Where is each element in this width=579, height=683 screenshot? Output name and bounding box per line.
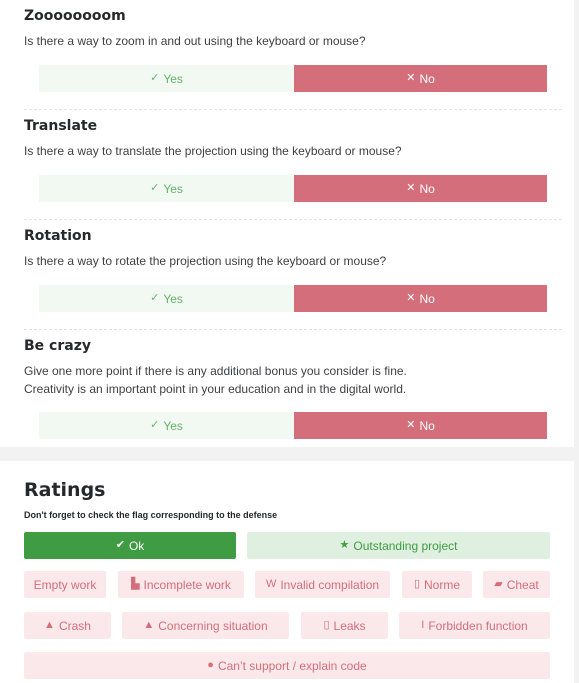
divider xyxy=(24,219,562,220)
zoom-yes-no: ✓ Yes ✕ No xyxy=(39,65,547,92)
ratings-panel: Ratings Don't forget to check the flag c… xyxy=(0,461,574,683)
check-circle-icon: ✓ xyxy=(150,72,160,84)
warning-icon: ▲ xyxy=(143,619,155,631)
yes-button[interactable]: ✓ Yes xyxy=(39,65,294,92)
yes-label: Yes xyxy=(163,71,183,86)
x-icon: ✕ xyxy=(406,182,416,194)
empty-work-label: Empty work xyxy=(33,577,97,592)
section-title: Be crazy xyxy=(24,338,91,354)
empty-work-button[interactable]: Empty work xyxy=(24,571,106,598)
x-icon: ✕ xyxy=(406,72,416,84)
evaluation-card: Zoooooooom Is there a way to zoom in and… xyxy=(0,0,574,447)
check-circle-icon: ✓ xyxy=(150,182,160,194)
crash-button[interactable]: ▲ Crash xyxy=(24,612,111,639)
incomplete-work-button[interactable]: ▙ Incomplete work xyxy=(118,571,244,598)
star-icon: ★ xyxy=(339,539,350,551)
section-translate: Translate Is there a way to translate th… xyxy=(24,117,562,160)
section-description: Creativity is an important point in your… xyxy=(24,382,407,396)
cant-support-label: Can’t support / explain code xyxy=(217,658,367,673)
outstanding-project-button[interactable]: ★ Outstanding project xyxy=(247,532,550,559)
outstanding-label: Outstanding project xyxy=(353,538,458,553)
cheat-button[interactable]: ▰ Cheat xyxy=(483,571,550,598)
check-circle-icon: ✓ xyxy=(150,419,160,431)
no-button[interactable]: ✕ No xyxy=(294,65,547,92)
section-title: Zoooooooom xyxy=(24,8,126,24)
concerning-situation-label: Concerning situation xyxy=(158,618,268,633)
ok-label: Ok xyxy=(128,538,145,553)
section-rotation: Rotation Is there a way to rotate the pr… xyxy=(24,227,562,270)
yes-label: Yes xyxy=(163,418,183,433)
section-zoom: Zoooooooom Is there a way to zoom in and… xyxy=(24,7,562,50)
yes-button[interactable]: ✓ Yes xyxy=(39,175,294,202)
norme-label: Norme xyxy=(424,577,461,592)
check-icon: ✔ xyxy=(115,539,125,551)
forbidden-function-label: Forbidden function xyxy=(428,618,528,633)
section-be-crazy: Be crazy Give one more point if there is… xyxy=(24,337,562,398)
no-label: No xyxy=(419,71,435,86)
invalid-compilation-button[interactable]: W Invalid compilation xyxy=(255,571,390,598)
translate-yes-no: ✓ Yes ✕ No xyxy=(39,175,547,202)
section-description: Is there a way to rotate the projection … xyxy=(24,254,387,268)
no-button[interactable]: ✕ No xyxy=(294,412,547,439)
check-circle-icon: ✓ xyxy=(150,292,160,304)
eraser-icon: ▰ xyxy=(494,578,503,590)
invalid-compilation-label: Invalid compilation xyxy=(280,577,380,592)
section-title: Rotation xyxy=(24,228,92,244)
ratings-note: Don't forget to check the flag correspon… xyxy=(24,510,278,520)
square-icon: ▯ xyxy=(413,578,421,590)
incomplete-work-label: Incomplete work xyxy=(143,577,231,592)
be-crazy-yes-no: ✓ Yes ✕ No xyxy=(39,412,547,439)
file-icon: ▙ xyxy=(131,578,140,590)
rotation-yes-no: ✓ Yes ✕ No xyxy=(39,285,547,312)
crash-label: Crash xyxy=(58,618,91,633)
divider xyxy=(24,109,562,110)
leaks-button[interactable]: ▯ Leaks xyxy=(301,612,388,639)
concerning-situation-button[interactable]: ▲ Concerning situation xyxy=(122,612,289,639)
yes-label: Yes xyxy=(163,181,183,196)
divider xyxy=(24,329,562,330)
no-button[interactable]: ✕ No xyxy=(294,175,547,202)
speech-bubble-icon: ● xyxy=(207,659,214,671)
fire-extinguisher-icon: ▲ xyxy=(44,619,55,631)
ratings-title: Ratings xyxy=(24,479,106,501)
w-icon: W xyxy=(265,578,277,590)
no-button[interactable]: ✕ No xyxy=(294,285,547,312)
section-description: Is there a way to zoom in and out using … xyxy=(24,34,366,48)
leaks-label: Leaks xyxy=(333,618,366,633)
yes-button[interactable]: ✓ Yes xyxy=(39,412,294,439)
ok-button[interactable]: ✔ Ok xyxy=(24,532,236,559)
no-label: No xyxy=(419,418,435,433)
square-icon: ▯ xyxy=(323,619,330,631)
section-description: Is there a way to translate the projecti… xyxy=(24,144,402,158)
x-icon: ✕ xyxy=(406,419,416,431)
cheat-label: Cheat xyxy=(506,577,539,592)
cant-support-button[interactable]: ● Can’t support / explain code xyxy=(24,652,550,679)
no-label: No xyxy=(419,181,435,196)
norme-button[interactable]: ▯ Norme xyxy=(402,571,472,598)
x-icon: ✕ xyxy=(406,292,416,304)
section-title: Translate xyxy=(24,118,98,134)
section-description: Give one more point if there is any addi… xyxy=(24,364,407,378)
i-icon: I xyxy=(421,619,425,631)
yes-label: Yes xyxy=(163,291,183,306)
forbidden-function-button[interactable]: I Forbidden function xyxy=(399,612,550,639)
yes-button[interactable]: ✓ Yes xyxy=(39,285,294,312)
no-label: No xyxy=(419,291,435,306)
